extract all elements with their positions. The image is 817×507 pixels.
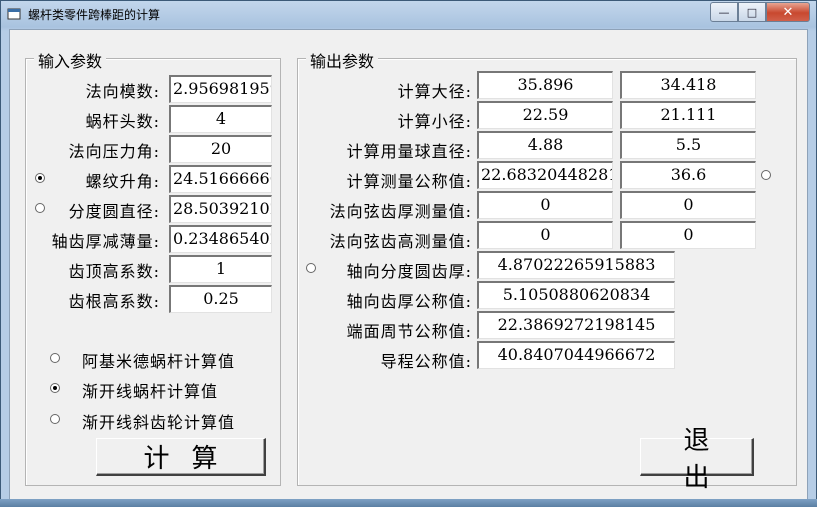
normal-pressure-angle-label: 法向压力角:: [68, 142, 160, 161]
measurement-select-radio[interactable]: [761, 170, 771, 180]
app-icon: [7, 8, 21, 20]
ball-diameter-label: 计算用量球直径:: [346, 142, 472, 161]
window-title: 螺杆类零件跨棒距的计算: [28, 8, 161, 22]
ball-diameter-value-1[interactable]: 4.88: [477, 131, 613, 159]
chordal-thickness-value-2[interactable]: 0: [620, 191, 756, 219]
dedendum-coeff-label: 齿根高系数:: [68, 292, 160, 311]
archimedes-worm-label: 阿基米德蜗杆计算值: [82, 352, 236, 371]
close-button[interactable]: ✕: [766, 2, 810, 22]
calculate-button-label: 计算: [143, 444, 240, 474]
axial-thickness-reduction-input[interactable]: 0.234865402: [169, 225, 272, 253]
minimize-button[interactable]: —: [710, 2, 738, 22]
lead-angle-input[interactable]: 24.516666666: [169, 165, 272, 193]
axial-pitch-thickness-label: 轴向分度圆齿厚:: [346, 262, 472, 281]
addendum-coeff-input[interactable]: 1: [169, 255, 272, 283]
normal-module-label: 法向模数:: [85, 82, 160, 101]
transverse-pitch-label: 端面周节公称值:: [346, 322, 472, 341]
pitch-diameter-radio[interactable]: [35, 203, 45, 213]
dedendum-coeff-input[interactable]: 0.25: [169, 285, 272, 313]
major-diameter-value-2[interactable]: 34.418: [620, 71, 756, 99]
client-area: 输入参数 法向模数: 2.9569819594 蜗杆头数: 4 法向压力角: 2…: [9, 29, 808, 500]
chordal-height-value-2[interactable]: 0: [620, 221, 756, 249]
maximize-button[interactable]: □: [738, 2, 766, 22]
archimedes-worm-radio[interactable]: [50, 353, 60, 363]
worm-starts-input[interactable]: 4: [169, 105, 272, 133]
lead-angle-label: 螺纹升角:: [85, 172, 160, 191]
chordal-thickness-value-1[interactable]: 0: [477, 191, 613, 219]
lead-nominal-label: 导程公称值:: [380, 352, 472, 371]
calculate-button[interactable]: 计算: [96, 438, 266, 476]
chordal-thickness-label: 法向弦齿厚测量值:: [329, 202, 472, 221]
transverse-pitch-value[interactable]: 22.3869272198145: [477, 311, 675, 339]
minimize-icon: —: [718, 5, 730, 19]
axial-thickness-nominal-label: 轴向齿厚公称值:: [346, 292, 472, 311]
axial-thickness-radio[interactable]: [306, 263, 316, 273]
window-controls: — □ ✕: [710, 2, 810, 22]
taskbar-strip: [0, 499, 817, 507]
exit-button-label: 退出: [683, 425, 732, 493]
involute-helical-radio[interactable]: [50, 414, 60, 424]
axial-pitch-thickness-value[interactable]: 4.87022265915883: [477, 251, 675, 279]
normal-pressure-angle-input[interactable]: 20: [169, 135, 272, 163]
minor-diameter-label: 计算小径:: [397, 112, 472, 131]
addendum-coeff-label: 齿顶高系数:: [68, 262, 160, 281]
ball-diameter-value-2[interactable]: 5.5: [620, 131, 756, 159]
normal-module-input[interactable]: 2.9569819594: [169, 75, 272, 103]
main-window: 螺杆类零件跨棒距的计算 — □ ✕ 输入参数 法向模数: 2.956981959…: [0, 0, 817, 507]
chordal-height-label: 法向弦齿高测量值:: [329, 232, 472, 251]
minor-diameter-value-2[interactable]: 21.111: [620, 101, 756, 129]
pitch-diameter-label: 分度圆直径:: [68, 202, 160, 221]
worm-starts-label: 蜗杆头数:: [85, 112, 160, 131]
output-group-label: 输出参数: [306, 48, 379, 72]
lead-angle-radio[interactable]: [35, 173, 45, 183]
close-icon: ✕: [782, 4, 794, 20]
minor-diameter-value-1[interactable]: 22.59: [477, 101, 613, 129]
nominal-measurement-value-1[interactable]: 22.683204482818: [477, 161, 613, 189]
exit-button[interactable]: 退出: [640, 426, 754, 493]
involute-helical-label: 渐开线斜齿轮计算值: [82, 413, 236, 432]
involute-worm-label: 渐开线蜗杆计算值: [82, 382, 219, 401]
axial-thickness-reduction-label: 轴齿厚减薄量:: [51, 232, 160, 251]
axial-thickness-nominal-value[interactable]: 5.1050880620834: [477, 281, 675, 309]
major-diameter-value-1[interactable]: 35.896: [477, 71, 613, 99]
nominal-measurement-label: 计算测量公称值:: [346, 172, 472, 191]
nominal-measurement-value-2[interactable]: 36.6: [620, 161, 756, 189]
chordal-height-value-1[interactable]: 0: [477, 221, 613, 249]
title-bar[interactable]: 螺杆类零件跨棒距的计算 — □ ✕: [1, 1, 816, 29]
maximize-icon: □: [746, 5, 758, 19]
input-group-label: 输入参数: [34, 48, 107, 72]
major-diameter-label: 计算大径:: [397, 82, 472, 101]
involute-worm-radio[interactable]: [50, 383, 60, 393]
pitch-diameter-input[interactable]: 28.503921023: [169, 195, 272, 223]
lead-nominal-value[interactable]: 40.8407044966672: [477, 341, 675, 369]
